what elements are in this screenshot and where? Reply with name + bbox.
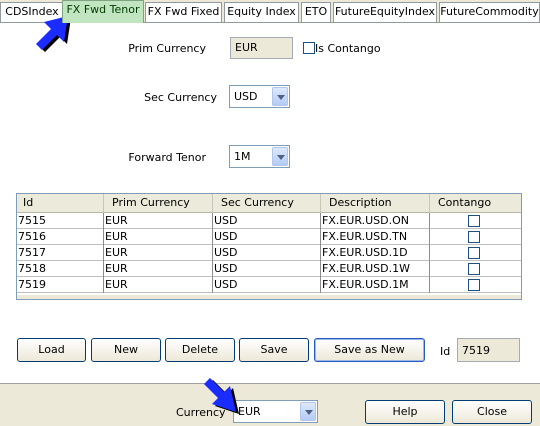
table-row[interactable]: 7518 EUR USD FX.EUR.USD.1W xyxy=(17,261,521,277)
help-button[interactable]: Help xyxy=(365,400,445,424)
column-header-description[interactable]: Description xyxy=(321,194,430,213)
column-header-sec-currency[interactable]: Sec Currency xyxy=(213,194,321,213)
pointer-arrow-icon xyxy=(204,378,239,414)
tab-future-commodity[interactable]: FutureCommodity xyxy=(439,2,540,22)
is-contango-checkbox[interactable] xyxy=(303,42,315,54)
tab-fx-fwd-tenor[interactable]: FX Fwd Tenor xyxy=(62,0,144,23)
contango-checkbox[interactable] xyxy=(468,215,480,227)
forward-tenor-select[interactable]: 1M xyxy=(229,145,290,168)
contango-checkbox[interactable] xyxy=(468,279,480,291)
id-field: 7519 xyxy=(457,338,520,362)
cell-prim-currency: EUR xyxy=(104,213,213,229)
cell-contango xyxy=(430,277,521,293)
table-row[interactable]: 7517 EUR USD FX.EUR.USD.1D xyxy=(17,245,521,261)
cell-prim-currency: EUR xyxy=(104,229,213,245)
column-header-id[interactable]: Id xyxy=(17,194,104,213)
tab-strip: CDSIndex FX Fwd Tenor FX Fwd Fixed Equit… xyxy=(0,0,540,23)
cell-id: 7518 xyxy=(17,261,104,277)
table-row[interactable]: 7519 EUR USD FX.EUR.USD.1M xyxy=(17,277,521,293)
is-contango-label: Is Contango xyxy=(315,42,381,55)
cell-sec-currency: USD xyxy=(213,261,321,277)
cell-id: 7519 xyxy=(17,277,104,293)
cell-sec-currency: USD xyxy=(213,213,321,229)
id-label: Id xyxy=(440,345,451,358)
forward-tenor-label: Forward Tenor xyxy=(128,151,206,164)
cell-description: FX.EUR.USD.1M xyxy=(321,277,430,293)
forward-tenor-value: 1M xyxy=(234,150,251,163)
save-as-new-button[interactable]: Save as New xyxy=(314,338,425,362)
table-row[interactable]: 7515 EUR USD FX.EUR.USD.ON xyxy=(17,213,521,229)
sec-currency-label: Sec Currency xyxy=(144,91,217,104)
cell-contango xyxy=(430,229,521,245)
cell-description: FX.EUR.USD.TN xyxy=(321,229,430,245)
cell-contango xyxy=(430,213,521,229)
chevron-down-icon[interactable] xyxy=(272,147,288,166)
sec-currency-value: USD xyxy=(234,90,258,103)
table-body: 7515 EUR USD FX.EUR.USD.ON 7516 EUR USD … xyxy=(17,213,521,295)
cell-description: FX.EUR.USD.ON xyxy=(321,213,430,229)
cell-prim-currency: EUR xyxy=(104,245,213,261)
cell-description: FX.EUR.USD.1D xyxy=(321,245,430,261)
prim-currency-label: Prim Currency xyxy=(128,42,206,55)
tab-equity-index[interactable]: Equity Index xyxy=(224,2,299,22)
contango-checkbox[interactable] xyxy=(468,247,480,259)
sec-currency-select[interactable]: USD xyxy=(229,85,290,108)
load-button[interactable]: Load xyxy=(17,338,86,362)
prim-currency-field: EUR xyxy=(230,37,293,59)
contango-checkbox[interactable] xyxy=(468,231,480,243)
new-button[interactable]: New xyxy=(91,338,161,362)
chevron-down-icon[interactable] xyxy=(272,87,288,106)
cell-contango xyxy=(430,245,521,261)
cell-contango xyxy=(430,261,521,277)
table-row[interactable]: 7516 EUR USD FX.EUR.USD.TN xyxy=(17,229,521,245)
delete-button[interactable]: Delete xyxy=(165,338,235,362)
tab-eto[interactable]: ETO xyxy=(301,2,331,22)
cell-id: 7517 xyxy=(17,245,104,261)
cell-id: 7515 xyxy=(17,213,104,229)
cell-id: 7516 xyxy=(17,229,104,245)
cell-description: FX.EUR.USD.1W xyxy=(321,261,430,277)
column-header-contango[interactable]: Contango xyxy=(430,194,521,213)
save-button[interactable]: Save xyxy=(239,338,309,362)
column-header-prim-currency[interactable]: Prim Currency xyxy=(104,194,213,213)
tab-future-equity-index[interactable]: FutureEquityIndex xyxy=(333,2,437,22)
cell-prim-currency: EUR xyxy=(104,261,213,277)
cell-prim-currency: EUR xyxy=(104,277,213,293)
cell-sec-currency: USD xyxy=(213,245,321,261)
fx-fwd-tenor-table: Id Prim Currency Sec Currency Descriptio… xyxy=(16,193,522,300)
contango-checkbox[interactable] xyxy=(468,263,480,275)
close-button[interactable]: Close xyxy=(452,400,532,424)
table-header: Id Prim Currency Sec Currency Descriptio… xyxy=(17,194,521,213)
cell-sec-currency: USD xyxy=(213,277,321,293)
tab-fx-fwd-fixed[interactable]: FX Fwd Fixed xyxy=(145,2,222,22)
chevron-down-icon[interactable] xyxy=(300,402,316,421)
cell-sec-currency: USD xyxy=(213,229,321,245)
